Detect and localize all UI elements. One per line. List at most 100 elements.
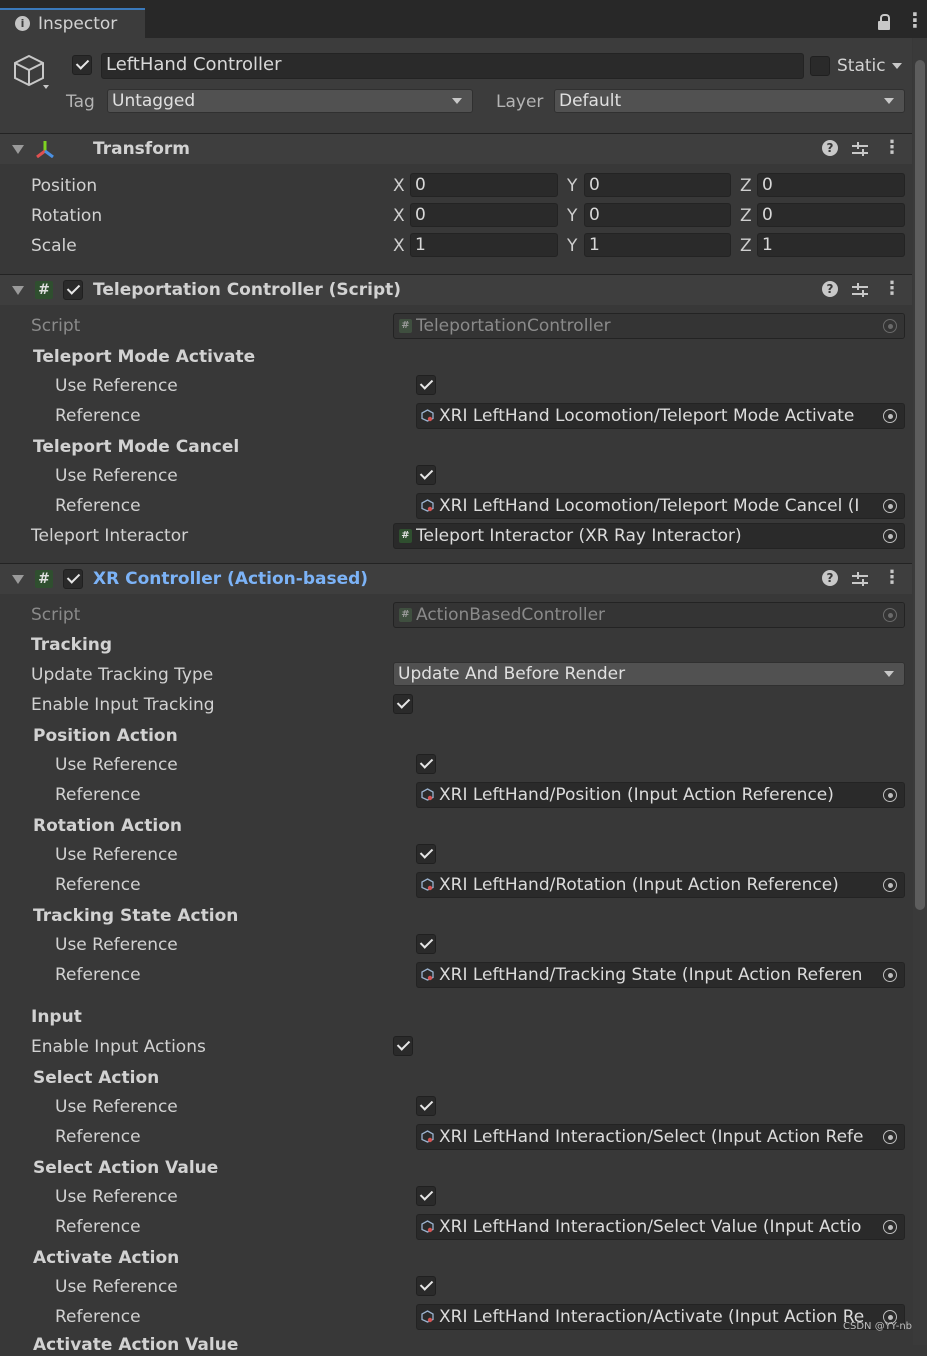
static-label[interactable]: Static bbox=[837, 55, 886, 77]
activate-use-reference-checkbox[interactable] bbox=[416, 375, 436, 395]
axis-x-label[interactable]: X bbox=[393, 175, 405, 197]
teleport-enabled-checkbox[interactable] bbox=[63, 280, 83, 300]
help-icon[interactable] bbox=[822, 140, 838, 156]
component-menu-icon[interactable] bbox=[883, 567, 901, 588]
rotation-x-field[interactable]: 0 bbox=[410, 203, 558, 227]
select-value-use-reference-checkbox[interactable] bbox=[416, 1186, 436, 1206]
position-x-field[interactable]: 0 bbox=[410, 173, 558, 197]
help-icon[interactable] bbox=[822, 281, 838, 297]
tracking-state-reference-field[interactable]: XRI LeftHand/Tracking State (Input Actio… bbox=[416, 962, 905, 988]
activate-action-value-label: Activate Action Value bbox=[33, 1335, 239, 1355]
activate-use-reference-checkbox[interactable] bbox=[416, 1276, 436, 1296]
axis-y-label[interactable]: Y bbox=[567, 235, 577, 257]
scale-x-field[interactable]: 1 bbox=[410, 233, 558, 257]
xr-controller-header[interactable]: XR Controller (Action-based) bbox=[0, 563, 912, 594]
position-reference-field[interactable]: XRI LeftHand/Position (Input Action Refe… bbox=[416, 782, 905, 808]
object-picker-icon[interactable] bbox=[876, 524, 904, 548]
xr-script-field: ActionBasedController bbox=[393, 602, 905, 628]
object-picker-icon bbox=[876, 314, 904, 338]
position-z-field[interactable]: 0 bbox=[757, 173, 905, 197]
select-value-reference-field[interactable]: XRI LeftHand Interaction/Select Value (I… bbox=[416, 1214, 905, 1240]
enable-input-actions-label: Enable Input Actions bbox=[31, 1037, 206, 1057]
teleport-interactor-label: Teleport Interactor bbox=[31, 526, 189, 546]
presets-icon[interactable] bbox=[852, 141, 868, 157]
input-action-icon bbox=[421, 409, 434, 422]
axis-z-label[interactable]: Z bbox=[740, 175, 752, 197]
scrollbar-thumb[interactable] bbox=[915, 60, 925, 910]
tag-dropdown[interactable]: Untagged bbox=[107, 89, 473, 113]
foldout-arrow-icon[interactable] bbox=[12, 145, 24, 154]
rotation-z-field[interactable]: 0 bbox=[757, 203, 905, 227]
presets-icon[interactable] bbox=[852, 571, 868, 587]
inspector-tab[interactable]: i Inspector bbox=[0, 8, 145, 38]
teleport-title: Teleportation Controller (Script) bbox=[93, 280, 402, 300]
teleportation-controller-header[interactable]: Teleportation Controller (Script) bbox=[0, 274, 912, 305]
presets-icon[interactable] bbox=[852, 282, 868, 298]
enable-input-tracking-checkbox[interactable] bbox=[393, 694, 413, 714]
input-action-icon bbox=[421, 968, 434, 981]
transform-header[interactable]: Transform bbox=[0, 133, 912, 164]
position-y-field[interactable]: 0 bbox=[584, 173, 731, 197]
activate-reference-field[interactable]: XRI LeftHand Locomotion/Teleport Mode Ac… bbox=[416, 403, 905, 429]
rotation-use-reference-checkbox[interactable] bbox=[416, 844, 436, 864]
use-reference-label: Use Reference bbox=[55, 845, 178, 865]
chevron-down-icon bbox=[884, 98, 894, 104]
update-tracking-type-dropdown[interactable]: Update And Before Render bbox=[393, 662, 905, 686]
object-picker-icon[interactable] bbox=[876, 783, 904, 807]
cancel-reference-field[interactable]: XRI LeftHand Locomotion/Teleport Mode Ca… bbox=[416, 493, 905, 519]
object-picker-icon bbox=[876, 603, 904, 627]
axis-x-label[interactable]: X bbox=[393, 205, 405, 227]
scale-y-field[interactable]: 1 bbox=[584, 233, 731, 257]
component-menu-icon[interactable] bbox=[883, 278, 901, 299]
static-checkbox[interactable] bbox=[810, 56, 830, 76]
gameobject-active-checkbox[interactable] bbox=[72, 55, 92, 75]
position-use-reference-checkbox[interactable] bbox=[416, 754, 436, 774]
help-icon[interactable] bbox=[822, 570, 838, 586]
reference-label: Reference bbox=[55, 1217, 141, 1237]
foldout-arrow-icon[interactable] bbox=[12, 575, 24, 584]
static-dropdown-caret[interactable] bbox=[892, 63, 902, 69]
enable-input-actions-checkbox[interactable] bbox=[393, 1036, 413, 1056]
object-picker-icon[interactable] bbox=[876, 1125, 904, 1149]
object-picker-icon[interactable] bbox=[876, 1215, 904, 1239]
layer-label: Layer bbox=[496, 92, 544, 112]
axis-y-label[interactable]: Y bbox=[567, 205, 577, 227]
gameobject-name-field[interactable]: LeftHand Controller bbox=[101, 53, 804, 79]
tracking-header: Tracking bbox=[31, 635, 113, 655]
xr-enabled-checkbox[interactable] bbox=[63, 569, 83, 589]
rotation-y-field[interactable]: 0 bbox=[584, 203, 731, 227]
transform-icon bbox=[35, 140, 55, 159]
lock-icon[interactable] bbox=[878, 14, 890, 30]
rotation-reference-field[interactable]: XRI LeftHand/Rotation (Input Action Refe… bbox=[416, 872, 905, 898]
enable-input-tracking-label: Enable Input Tracking bbox=[31, 695, 215, 715]
layer-dropdown[interactable]: Default bbox=[554, 89, 905, 113]
foldout-arrow-icon[interactable] bbox=[12, 286, 24, 295]
component-header-icons bbox=[822, 137, 902, 159]
axis-z-label[interactable]: Z bbox=[740, 235, 752, 257]
axis-y-label[interactable]: Y bbox=[567, 175, 577, 197]
cube-icon[interactable] bbox=[12, 52, 52, 92]
scale-z-field[interactable]: 1 bbox=[757, 233, 905, 257]
input-action-icon bbox=[421, 1220, 434, 1233]
reference-label: Reference bbox=[55, 965, 141, 985]
object-picker-icon[interactable] bbox=[876, 404, 904, 428]
activate-reference-field[interactable]: XRI LeftHand Interaction/Activate (Input… bbox=[416, 1304, 905, 1330]
kebab-menu-icon[interactable]: ⋮ bbox=[905, 10, 925, 30]
component-header-icons bbox=[822, 278, 902, 300]
teleport-interactor-field[interactable]: Teleport Interactor (XR Ray Interactor) bbox=[393, 523, 905, 549]
position-action-label: Position Action bbox=[33, 726, 178, 746]
object-picker-icon[interactable] bbox=[876, 873, 904, 897]
component-menu-icon[interactable] bbox=[883, 137, 901, 158]
xr-title: XR Controller (Action-based) bbox=[93, 569, 369, 589]
tracking-state-use-reference-checkbox[interactable] bbox=[416, 934, 436, 954]
axis-z-label[interactable]: Z bbox=[740, 205, 752, 227]
object-picker-icon[interactable] bbox=[876, 494, 904, 518]
reference-label: Reference bbox=[55, 406, 141, 426]
use-reference-label: Use Reference bbox=[55, 755, 178, 775]
object-picker-icon[interactable] bbox=[876, 963, 904, 987]
use-reference-label: Use Reference bbox=[55, 1187, 178, 1207]
select-use-reference-checkbox[interactable] bbox=[416, 1096, 436, 1116]
select-reference-field[interactable]: XRI LeftHand Interaction/Select (Input A… bbox=[416, 1124, 905, 1150]
axis-x-label[interactable]: X bbox=[393, 235, 405, 257]
cancel-use-reference-checkbox[interactable] bbox=[416, 465, 436, 485]
